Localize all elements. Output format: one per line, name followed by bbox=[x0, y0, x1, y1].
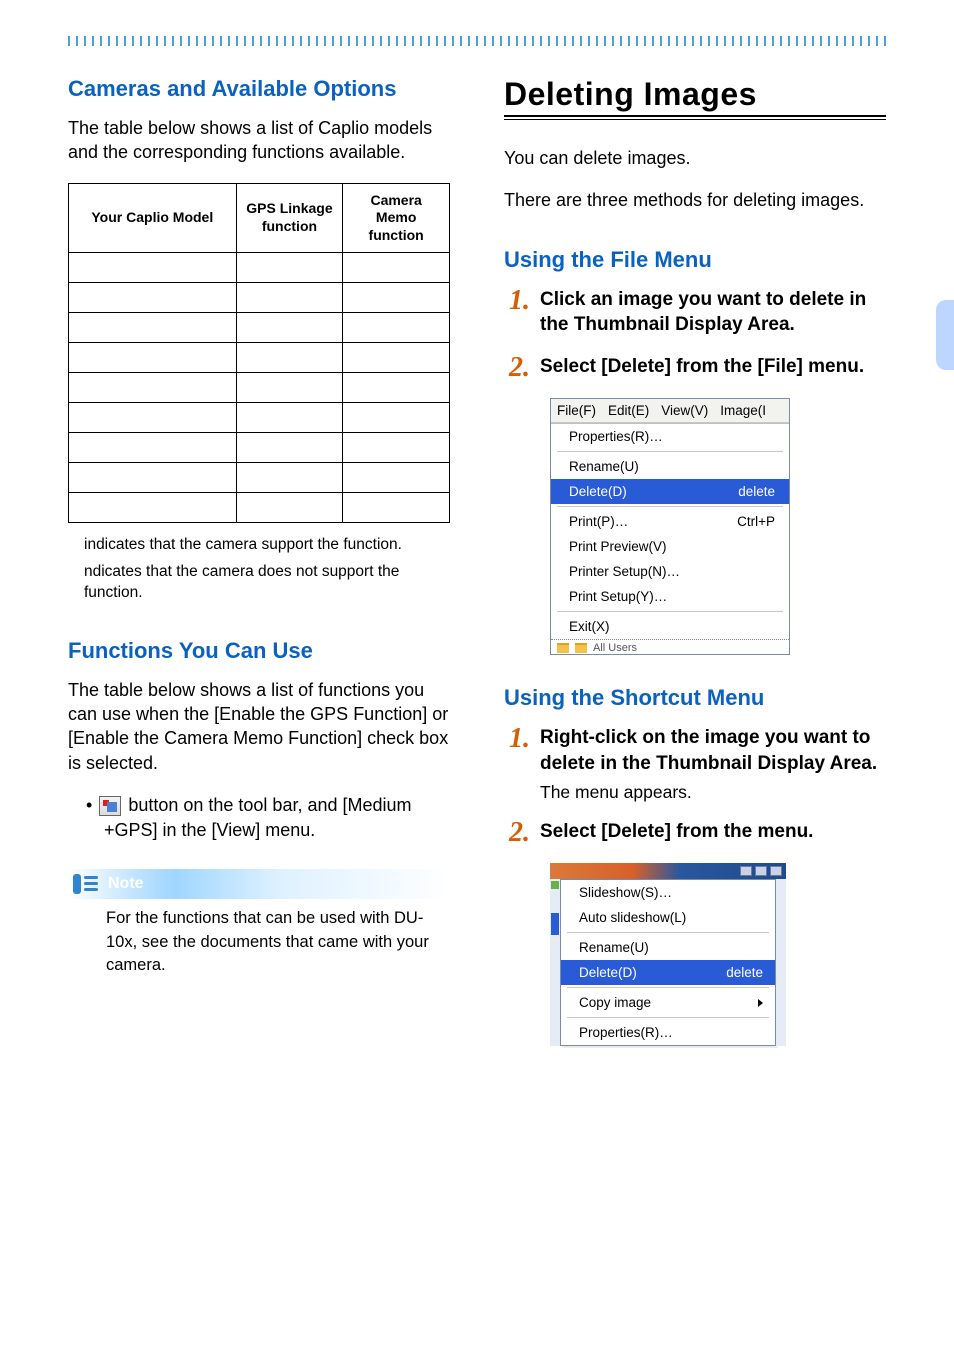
table-row bbox=[69, 283, 450, 313]
table-row bbox=[69, 403, 450, 433]
thumbnail-strip-left bbox=[550, 879, 560, 1046]
note-icon bbox=[72, 871, 100, 897]
menubar-image[interactable]: Image(I bbox=[720, 403, 766, 418]
table-row bbox=[69, 373, 450, 403]
menu-trail-text: All Users bbox=[593, 642, 637, 654]
table-row bbox=[69, 493, 450, 523]
col-gps: GPS Linkage function bbox=[236, 183, 343, 253]
camera-table: Your Caplio Model GPS Linkage function C… bbox=[68, 183, 450, 524]
menu-item-copy-image[interactable]: Copy image bbox=[561, 990, 775, 1015]
col-model: Your Caplio Model bbox=[69, 183, 237, 253]
file-step-2: 2. Select [Delete] from the [File] menu. bbox=[504, 354, 886, 382]
menu-item-print-preview[interactable]: Print Preview(V) bbox=[551, 534, 789, 559]
shortcut-step-2: 2. Select [Delete] from the menu. bbox=[504, 819, 886, 847]
left-column: Cameras and Available Options The table … bbox=[68, 76, 450, 1046]
footnote-2: ndicates that the camera does not suppor… bbox=[84, 562, 450, 604]
step-number: 1. bbox=[504, 287, 530, 338]
menu-item-properties[interactable]: Properties(R)… bbox=[551, 424, 789, 449]
step-number: 1. bbox=[504, 725, 530, 803]
table-row bbox=[69, 253, 450, 283]
functions-bullet-1-text: button on the tool bar, and [Medium +GPS… bbox=[104, 795, 412, 840]
title-rule bbox=[504, 115, 886, 120]
table-row bbox=[69, 343, 450, 373]
cameras-heading: Cameras and Available Options bbox=[68, 76, 450, 102]
folder-icon bbox=[557, 643, 569, 653]
step-number: 2. bbox=[504, 819, 530, 847]
menu-item-rename[interactable]: Rename(U) bbox=[551, 454, 789, 479]
menubar-file[interactable]: File(F) bbox=[557, 403, 596, 418]
page-thumb-tab[interactable] bbox=[936, 300, 954, 370]
decorative-divider bbox=[68, 36, 886, 46]
menu-item-printer-setup[interactable]: Printer Setup(N)… bbox=[551, 559, 789, 584]
menu-item-exit[interactable]: Exit(X) bbox=[551, 614, 789, 639]
thumbnail-strip-right bbox=[776, 879, 786, 1046]
file-menu-panel: Properties(R)… Rename(U) Delete(D) delet… bbox=[551, 423, 789, 654]
shortcut-menu-screenshot: Slideshow(S)… Auto slideshow(L) Rename(U… bbox=[550, 863, 786, 1046]
footnote-1: indicates that the camera support the fu… bbox=[84, 535, 450, 556]
delete-intro-1: You can delete images. bbox=[504, 146, 886, 170]
table-row bbox=[69, 463, 450, 493]
page-title: Deleting Images bbox=[504, 76, 886, 113]
menu-separator bbox=[557, 451, 783, 452]
menubar[interactable]: File(F) Edit(E) View(V) Image(I bbox=[551, 399, 789, 423]
shortcut-heading: Using the Shortcut Menu bbox=[504, 685, 886, 711]
menu-trail: All Users bbox=[551, 639, 789, 654]
menu-item-print[interactable]: Print(P)… Ctrl+P bbox=[551, 509, 789, 534]
functions-intro: The table below shows a list of function… bbox=[68, 678, 450, 775]
functions-bullet-1: button on the tool bar, and [Medium +GPS… bbox=[104, 793, 450, 843]
cameras-intro: The table below shows a list of Caplio m… bbox=[68, 116, 450, 165]
note-bar: Note bbox=[68, 869, 450, 899]
menu-item-auto-slideshow[interactable]: Auto slideshow(L) bbox=[561, 905, 775, 930]
table-row bbox=[69, 313, 450, 343]
file-step-1: 1. Click an image you want to delete in … bbox=[504, 287, 886, 338]
menu-item-delete[interactable]: Delete(D) delete bbox=[561, 960, 775, 985]
functions-heading: Functions You Can Use bbox=[68, 638, 450, 664]
menu-item-delete[interactable]: Delete(D) delete bbox=[551, 479, 789, 504]
menu-item-properties[interactable]: Properties(R)… bbox=[561, 1020, 775, 1045]
menubar-edit[interactable]: Edit(E) bbox=[608, 403, 649, 418]
menu-item-rename[interactable]: Rename(U) bbox=[561, 935, 775, 960]
maximize-icon[interactable] bbox=[755, 866, 767, 876]
col-memo: Camera Memo function bbox=[343, 183, 450, 253]
menu-separator bbox=[567, 987, 769, 988]
camera-table-body bbox=[69, 253, 450, 523]
file-menu-screenshot: File(F) Edit(E) View(V) Image(I Properti… bbox=[550, 398, 790, 655]
note-label: Note bbox=[108, 875, 144, 893]
close-icon[interactable] bbox=[770, 866, 782, 876]
minimize-icon[interactable] bbox=[740, 866, 752, 876]
window-titlebar bbox=[550, 863, 786, 879]
menu-separator bbox=[567, 932, 769, 933]
menu-item-print-setup[interactable]: Print Setup(Y)… bbox=[551, 584, 789, 609]
delete-intro-2: There are three methods for deleting ima… bbox=[504, 188, 886, 212]
folder-icon bbox=[575, 643, 587, 653]
menu-separator bbox=[567, 1017, 769, 1018]
right-column: Deleting Images You can delete images. T… bbox=[504, 76, 886, 1046]
menubar-view[interactable]: View(V) bbox=[661, 403, 708, 418]
file-step-2-title: Select [Delete] from the [File] menu. bbox=[540, 354, 886, 380]
shortcut-step-1-title: Right-click on the image you want to del… bbox=[540, 725, 886, 776]
note-text: For the functions that can be used with … bbox=[106, 907, 450, 976]
shortcut-step-2-title: Select [Delete] from the menu. bbox=[540, 819, 886, 845]
medium-gps-toolbar-icon bbox=[99, 796, 121, 816]
table-row bbox=[69, 433, 450, 463]
menu-separator bbox=[557, 611, 783, 612]
file-step-1-title: Click an image you want to delete in the… bbox=[540, 287, 886, 338]
step-number: 2. bbox=[504, 354, 530, 382]
menu-separator bbox=[557, 506, 783, 507]
submenu-arrow-icon bbox=[758, 999, 763, 1007]
shortcut-step-1-body: The menu appears. bbox=[540, 782, 886, 803]
file-menu-heading: Using the File Menu bbox=[504, 247, 886, 273]
context-menu-panel: Slideshow(S)… Auto slideshow(L) Rename(U… bbox=[560, 879, 776, 1046]
shortcut-step-1: 1. Right-click on the image you want to … bbox=[504, 725, 886, 803]
menu-item-slideshow[interactable]: Slideshow(S)… bbox=[561, 880, 775, 905]
